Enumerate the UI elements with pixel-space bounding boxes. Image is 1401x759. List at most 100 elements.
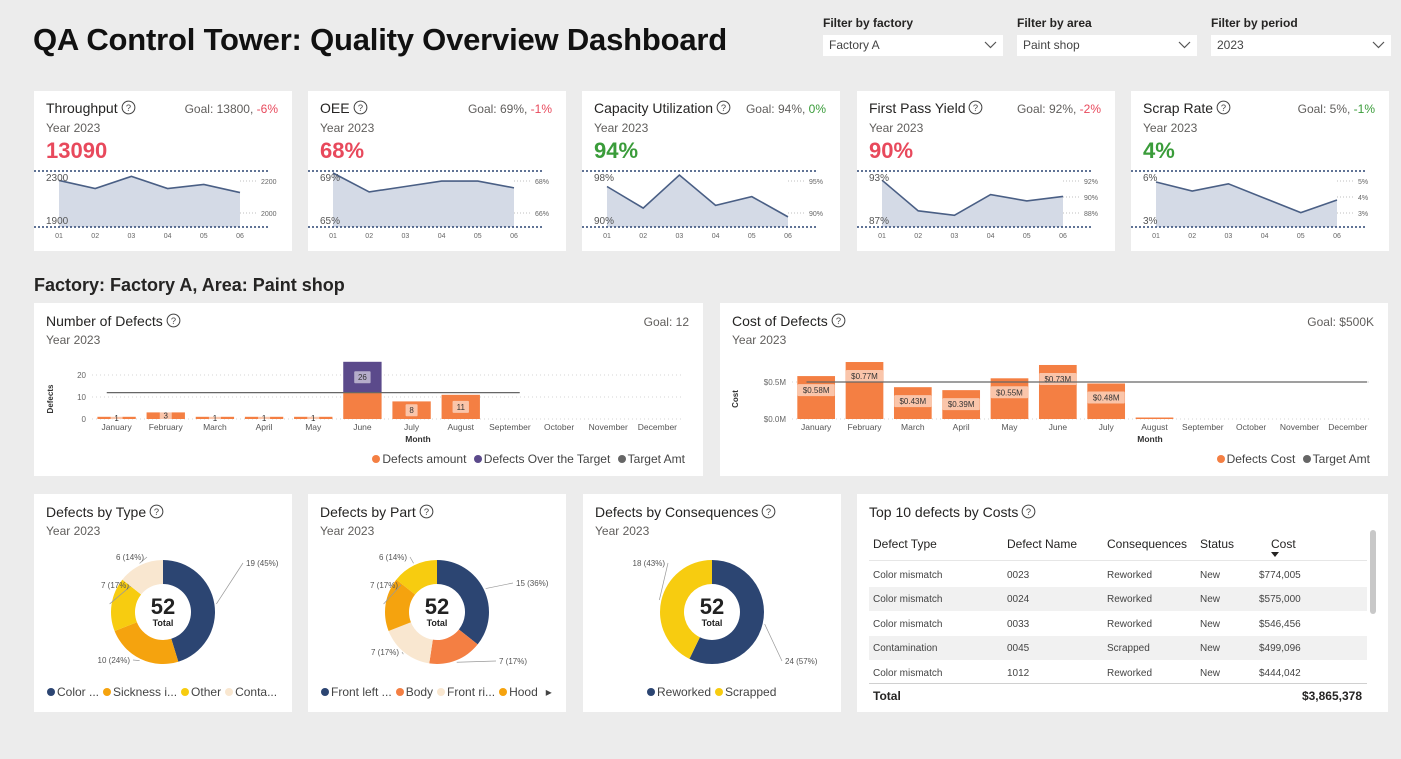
x-axis-title: Month [405, 434, 431, 444]
sparkline-x-label: 03 [1225, 233, 1233, 240]
sparkline-min-label: 1900 [46, 216, 69, 227]
donut-total-value: 52 [425, 594, 449, 619]
table-cell: Color mismatch [873, 618, 943, 630]
table-row[interactable]: Color mismatch 0033 Reworked New $546,456 [869, 612, 1367, 636]
y-tick-label: $0.0M [764, 415, 787, 424]
help-icon[interactable]: ? [1021, 504, 1036, 519]
legend-front-right[interactable]: Front ri... [437, 685, 495, 699]
sparkline-axis-label: 92% [1084, 179, 1098, 186]
bar[interactable] [990, 378, 1029, 419]
legend-defects-over-target[interactable]: Defects Over the Target [473, 452, 610, 466]
slice-label: 7 (17%) [499, 657, 527, 666]
legend-hood[interactable]: Hood [499, 685, 538, 699]
sparkline-area [59, 176, 240, 227]
sparkline-min-label: 90% [594, 216, 614, 227]
slice-label: 15 (36%) [516, 579, 549, 588]
sparkline-x-label: 06 [1059, 233, 1067, 240]
kpi-goal: Goal: 94%, 0% [745, 102, 826, 116]
legend-contamination[interactable]: Conta... [225, 685, 277, 699]
sparkline-max-label: 69% [320, 173, 340, 184]
help-icon[interactable]: ? [353, 100, 368, 115]
factory-filter-select[interactable]: Factory A [823, 35, 1003, 56]
donut-slice[interactable] [388, 622, 433, 664]
area-filter-select[interactable]: Paint shop [1017, 35, 1197, 56]
donut-total-label: Total [153, 618, 174, 628]
svg-text:?: ? [357, 103, 362, 113]
column-header-status[interactable]: Status [1200, 537, 1234, 551]
table-cell: 1012 [1007, 667, 1030, 679]
column-header-defect-type[interactable]: Defect Type [873, 537, 937, 551]
kpi-card: Scrap Rate? Goal: 5%, -1% Year 2023 4% 6%… [1131, 91, 1389, 251]
sparkline-x-label: 05 [748, 233, 756, 240]
kpi-goal: Goal: 69%, -1% [467, 102, 552, 116]
kpi-value: 68% [320, 138, 365, 163]
sparkline-x-label: 03 [128, 233, 136, 240]
sparkline-min-label: 65% [320, 216, 340, 227]
section-title: Factory: Factory A, Area: Paint shop [34, 275, 345, 295]
sparkline-x-label: 04 [712, 233, 720, 240]
table-row[interactable]: Color mismatch 0023 Reworked New $774,005 [869, 563, 1367, 587]
sparkline-x-label: 04 [164, 233, 172, 240]
donut-total-label: Total [427, 618, 448, 628]
help-icon[interactable]: ? [1216, 100, 1231, 115]
kpi-year: Year 2023 [320, 121, 375, 135]
table-row[interactable]: Contamination 0045 Scrapped New $499,096 [869, 636, 1367, 661]
x-axis-title: Month [1137, 434, 1163, 444]
x-tick-label: March [901, 422, 925, 432]
legend-next-icon[interactable]: ▸ [546, 685, 552, 699]
legend-defects-amount[interactable]: Defects amount [372, 452, 466, 466]
sparkline-max-label: 93% [869, 173, 889, 184]
column-header-cost[interactable]: Cost [1271, 537, 1296, 551]
sparkline-axis-label: 90% [1084, 195, 1098, 202]
x-tick-label: August [1141, 422, 1168, 432]
column-header-defect-name[interactable]: Defect Name [1007, 537, 1077, 551]
help-icon[interactable]: ? [716, 100, 731, 115]
y-tick-label: $0.5M [764, 378, 787, 387]
table-row[interactable]: Color mismatch 0024 Reworked New $575,000 [869, 587, 1367, 612]
help-icon[interactable]: ? [121, 100, 136, 115]
x-tick-label: January [101, 422, 132, 432]
sparkline-axis-label: 66% [535, 211, 549, 218]
table-cell: New [1200, 618, 1221, 630]
column-header-consequences[interactable]: Consequences [1107, 537, 1187, 551]
help-icon[interactable]: ? [968, 100, 983, 115]
legend-reworked[interactable]: Reworked [647, 685, 711, 699]
bar[interactable] [1135, 417, 1174, 419]
sparkline-axis-label: 2200 [261, 179, 277, 186]
donut-total-label: Total [702, 618, 723, 628]
table-cell: New [1200, 594, 1221, 606]
bar[interactable] [343, 392, 382, 419]
sparkline-axis-label: 90% [809, 211, 823, 218]
x-tick-label: July [1099, 422, 1115, 432]
period-filter-value: 2023 [1217, 38, 1244, 52]
slice-label: 6 (14%) [379, 553, 407, 562]
table-scrollbar[interactable] [1370, 530, 1376, 614]
legend-front-left[interactable]: Front left ... [321, 685, 392, 699]
legend-defects-cost[interactable]: Defects Cost [1216, 452, 1295, 466]
chevron-down-icon [1372, 41, 1385, 49]
data-label: $0.73M [1044, 375, 1071, 384]
table-cell: Contamination [873, 643, 938, 655]
legend-sickness[interactable]: Sickness i... [103, 685, 177, 699]
sparkline-x-label: 02 [639, 233, 647, 240]
sparkline-x-label: 03 [951, 233, 959, 240]
kpi-value: 94% [594, 138, 639, 163]
period-filter-select[interactable]: 2023 [1211, 35, 1391, 56]
area-filter-label: Filter by area [1017, 16, 1092, 30]
donut-total-value: 52 [151, 594, 175, 619]
data-label: $0.48M [1093, 393, 1120, 402]
legend-other[interactable]: Other [181, 685, 221, 699]
legend-color[interactable]: Color ... [47, 685, 99, 699]
cost-chart-card: Cost of Defects? Year 2023 Goal: $500K $… [720, 303, 1388, 476]
kpi-sparkline: 98% 90% 95% 90% 01 02 03 04 05 06 [582, 170, 823, 240]
legend-target-amt[interactable]: Target Amt [1302, 452, 1370, 466]
kpi-name: First Pass Yield? [869, 100, 983, 116]
legend-scrapped[interactable]: Scrapped [715, 685, 776, 699]
table-cell: $575,000 [1259, 594, 1301, 606]
sparkline-x-label: 04 [1261, 233, 1269, 240]
table-row[interactable]: Color mismatch 1012 Reworked New $444,042 [869, 661, 1367, 685]
legend-body[interactable]: Body [395, 685, 433, 699]
area-filter-value: Paint shop [1023, 38, 1080, 52]
legend-target-amt[interactable]: Target Amt [617, 452, 685, 466]
data-label: 26 [358, 373, 367, 382]
